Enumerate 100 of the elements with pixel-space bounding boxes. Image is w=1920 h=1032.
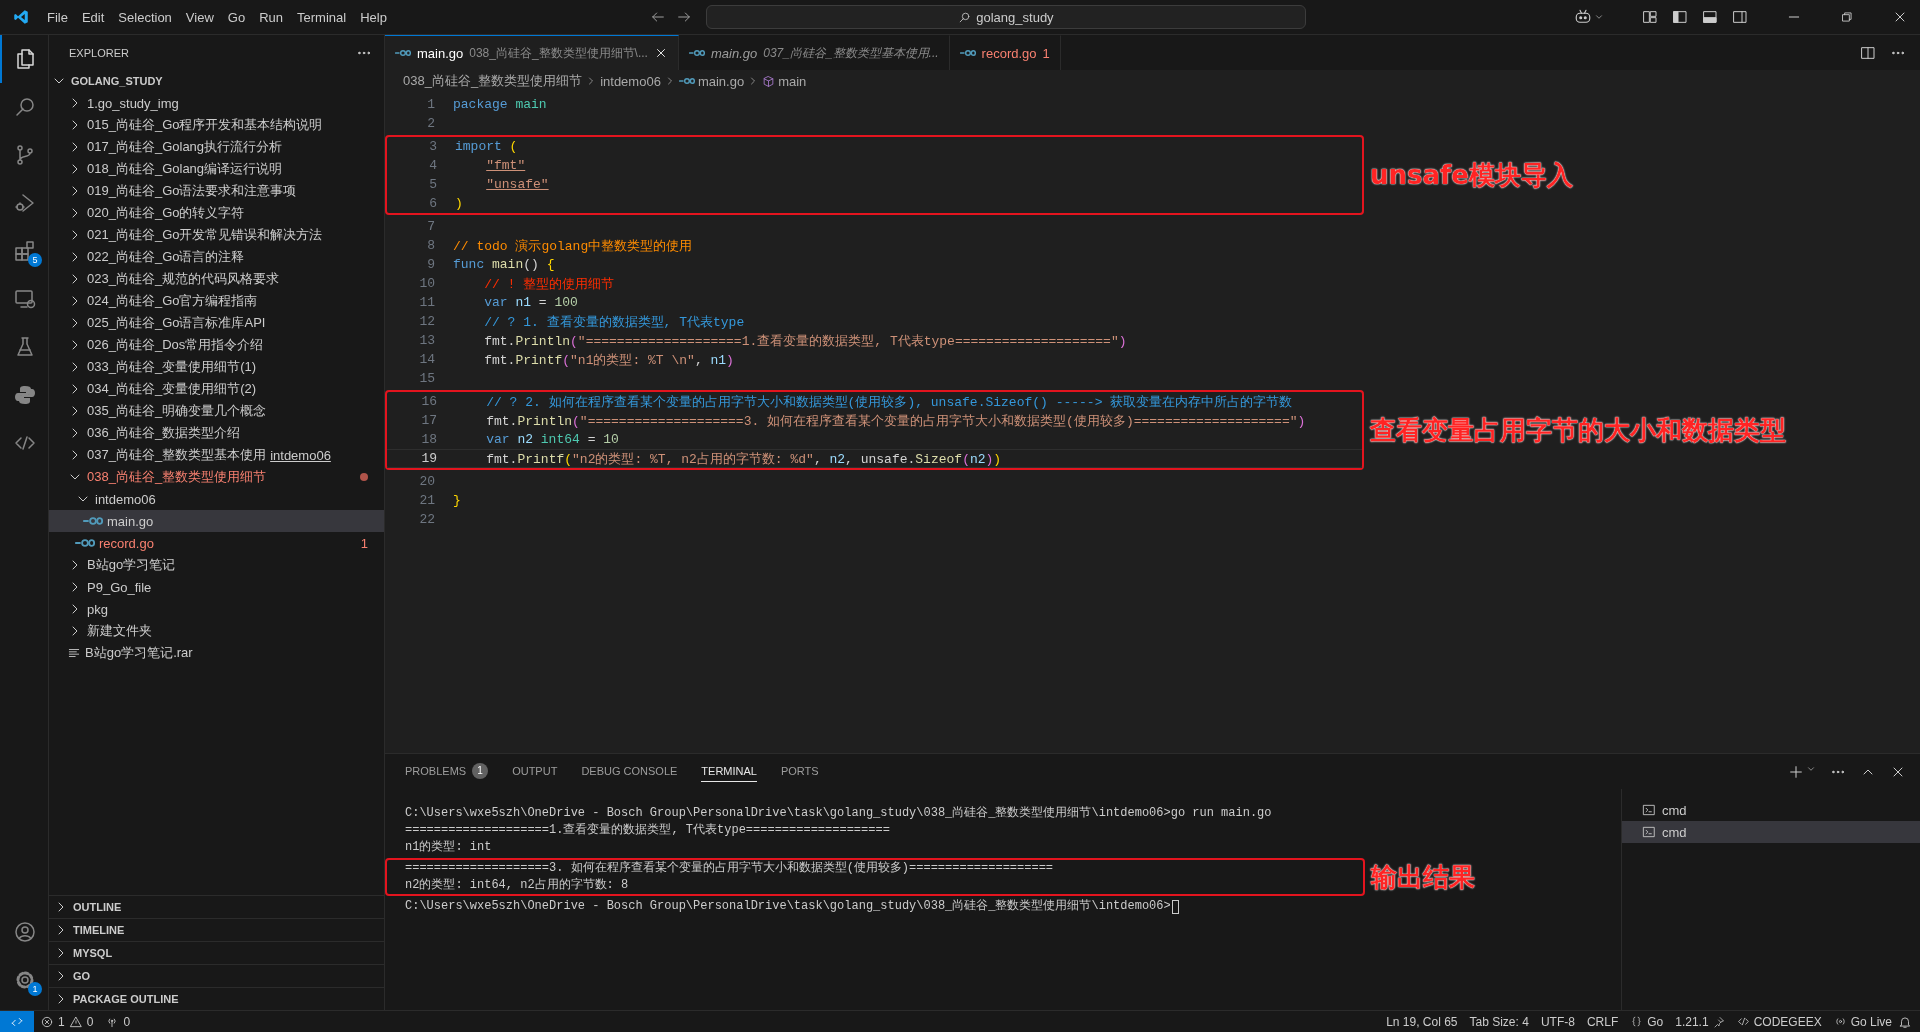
tree-item[interactable]: 025_尚硅谷_Go语言标准库API <box>49 312 384 334</box>
menu-item[interactable]: Terminal <box>290 6 354 28</box>
status-item[interactable]: CRLF <box>1580 1014 1625 1029</box>
plus-icon[interactable] <box>1788 763 1804 780</box>
code-line: "unsafe" <box>486 177 549 192</box>
forward-arrow-icon[interactable] <box>675 9 692 25</box>
panel-tab[interactable]: TERMINAL <box>701 761 757 782</box>
tree-item[interactable]: intdemo06 <box>49 488 384 510</box>
breadcrumb-item[interactable]: intdemo06 <box>600 73 661 89</box>
tree-item[interactable]: 020_尚硅谷_Go的转义字符 <box>49 202 384 224</box>
status-item[interactable]: CODEGEEX <box>1730 1014 1828 1029</box>
section-header[interactable]: OUTLINE <box>49 895 384 918</box>
search-icon[interactable] <box>13 95 37 119</box>
panel-tab[interactable]: DEBUG CONSOLE <box>581 761 678 782</box>
status-item[interactable]: Go Live <box>1827 1014 1898 1029</box>
blocks-icon[interactable] <box>13 239 37 263</box>
panel-tab[interactable]: PORTS <box>780 761 819 782</box>
status-item[interactable]: Go <box>1624 1014 1670 1029</box>
code-brackets-icon <box>1736 1015 1750 1028</box>
status-item[interactable]: Ln 19, Col 65 <box>1380 1014 1464 1029</box>
code-line: ) <box>455 196 463 211</box>
command-center[interactable]: golang_study <box>705 5 1306 29</box>
terminal-item[interactable]: cmd <box>1622 799 1920 821</box>
play-bug-icon[interactable] <box>13 191 37 215</box>
secondary-sidebar-icon[interactable] <box>1732 9 1748 25</box>
menu-item[interactable]: File <box>40 6 75 28</box>
tree-item[interactable]: P9_Go_file <box>49 576 384 598</box>
panel-tab[interactable]: PROBLEMS 1 <box>405 759 489 784</box>
compact-folder-link[interactable]: intdemo06 <box>270 447 331 463</box>
section-header[interactable]: TIMELINE <box>49 918 384 941</box>
line-number: 19 <box>420 451 438 466</box>
tree-item[interactable]: 015_尚硅谷_Go程序开发和基本结构说明 <box>49 114 384 136</box>
layout-icon[interactable] <box>1642 9 1658 25</box>
menu-item[interactable]: Help <box>353 6 394 28</box>
menu-item[interactable]: Selection <box>111 6 179 28</box>
tree-item[interactable]: 024_尚硅谷_Go官方编程指南 <box>49 290 384 312</box>
breadcrumb-item[interactable]: 038_尚硅谷_整数类型使用细节 <box>403 72 583 90</box>
activity-item[interactable]: 1 <box>0 956 48 1004</box>
editor-tab[interactable]: record.go 1 <box>949 35 1061 70</box>
pin-icon <box>1712 1015 1725 1028</box>
activity-item[interactable]: 5 <box>0 227 48 275</box>
breadcrumb-item[interactable]: main <box>778 73 807 89</box>
line-number: 7 <box>426 219 436 234</box>
tree-item[interactable]: 新建文件夹 <box>49 620 384 642</box>
menu-item[interactable]: View <box>178 6 221 28</box>
tree-item[interactable]: 033_尚硅谷_变量使用细节(1) <box>49 356 384 378</box>
caret-icon[interactable] <box>1594 12 1604 22</box>
tree-item[interactable]: record.go 1 <box>49 532 384 554</box>
account-icon[interactable] <box>13 920 37 944</box>
status-item[interactable]: 1.21.1 <box>1669 1014 1731 1029</box>
status-item[interactable]: Tab Size: 4 <box>1463 1014 1535 1029</box>
menu-item[interactable]: Edit <box>74 6 112 28</box>
tree-item[interactable]: 034_尚硅谷_变量使用细节(2) <box>49 378 384 400</box>
terminal-line: n2的类型: int64, n2占用的字节数: 8 <box>405 877 629 894</box>
terminal-item[interactable]: cmd <box>1622 821 1920 843</box>
breadcrumb-item[interactable]: main.go <box>697 73 745 89</box>
bell-icon[interactable] <box>1898 1014 1912 1029</box>
tree-item[interactable]: pkg <box>49 598 384 620</box>
monitor-icon[interactable] <box>13 287 37 311</box>
snake-logo-icon[interactable] <box>13 383 37 407</box>
restore-icon[interactable] <box>1840 10 1854 24</box>
section-header[interactable]: MYSQL <box>49 941 384 964</box>
panel-toggle-icon[interactable] <box>1702 9 1718 25</box>
app-logo-icon[interactable] <box>12 8 30 26</box>
editor-tab[interactable]: main.go 038_尚硅谷_整数类型使用细节\... <box>385 35 679 70</box>
tree-item[interactable]: 018_尚硅谷_Golang编译运行说明 <box>49 158 384 180</box>
status-item[interactable]: UTF-8 <box>1534 1014 1581 1029</box>
tree-item[interactable]: main.go <box>49 510 384 532</box>
go-file-icon <box>75 538 95 548</box>
sidebar-title: EXPLORER <box>69 46 129 59</box>
tree-item[interactable]: 035_尚硅谷_明确变量几个概念 <box>49 400 384 422</box>
count-badge: 1 <box>472 763 489 779</box>
tree-item[interactable]: 019_尚硅谷_Go语法要求和注意事项 <box>49 180 384 202</box>
back-arrow-icon[interactable] <box>649 9 666 25</box>
problem-count: 1 <box>360 535 368 551</box>
tree-item[interactable]: 021_尚硅谷_Go开发常见错误和解决方法 <box>49 224 384 246</box>
menu-item[interactable]: Go <box>220 6 253 28</box>
tree-item[interactable]: 1.go_study_img <box>49 92 384 114</box>
problems-status[interactable]: 1 0 <box>34 1014 100 1029</box>
code-line: import ( <box>455 139 518 154</box>
assistant-icon[interactable] <box>1574 8 1592 26</box>
tree-item[interactable]: 038_尚硅谷_整数类型使用细节 <box>49 466 384 488</box>
tree-item[interactable]: B站go学习笔记.rar <box>49 642 384 664</box>
ports-status[interactable]: 0 <box>99 1014 137 1029</box>
panel-tab[interactable]: OUTPUT <box>512 761 558 782</box>
tree-item[interactable]: 022_尚硅谷_Go语言的注释 <box>49 246 384 268</box>
editor-tab[interactable]: main.go 037_尚硅谷_整数类型基本使用... <box>678 35 950 70</box>
tree-item[interactable]: B站go学习笔记 <box>49 554 384 576</box>
tree-item[interactable]: 017_尚硅谷_Golang执行流行分析 <box>49 136 384 158</box>
tree-item[interactable]: 023_尚硅谷_规范的代码风格要求 <box>49 268 384 290</box>
section-header[interactable]: GO <box>49 964 384 987</box>
tree-item[interactable]: 026_尚硅谷_Dos常用指令介绍 <box>49 334 384 356</box>
split-editor-icon[interactable] <box>1860 44 1876 61</box>
code-line: fmt.Printf("n1的类型: %T \n", n1) <box>484 351 734 369</box>
tree-item[interactable]: 036_尚硅谷_数据类型介绍 <box>49 422 384 444</box>
tree-row[interactable]: 037_尚硅谷_整数类型基本使用 intdemo06 <box>49 444 384 466</box>
sidebar-toggle-icon[interactable] <box>1672 9 1688 25</box>
code-line: var n2 int64 = 10 <box>486 432 619 447</box>
tree-item[interactable]: GOLANG_STUDY <box>49 70 384 92</box>
menu-item[interactable]: Run <box>252 6 290 28</box>
